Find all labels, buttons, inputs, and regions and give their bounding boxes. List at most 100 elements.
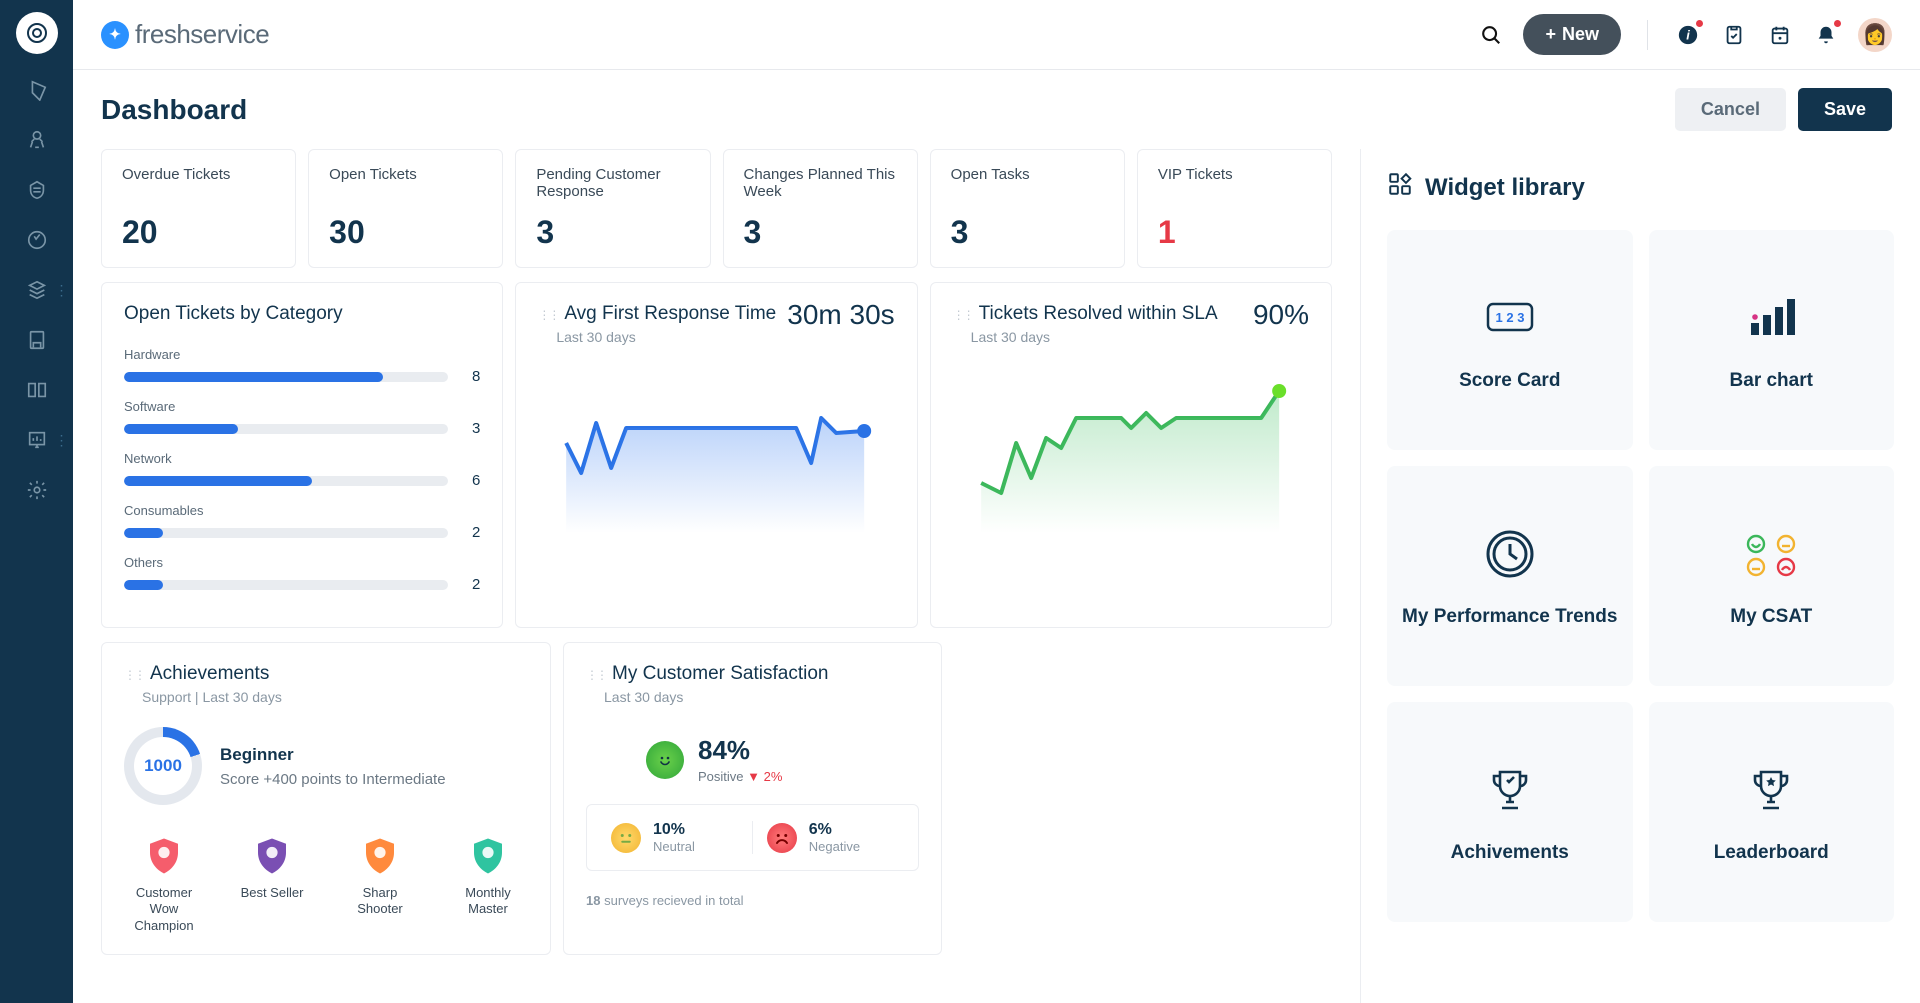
achievement-level: Beginner bbox=[220, 745, 446, 765]
svg-text:1 2 3: 1 2 3 bbox=[1495, 310, 1524, 325]
kpi-value: 20 bbox=[122, 214, 275, 251]
smiley-positive-icon bbox=[646, 741, 684, 779]
nav-releases-icon[interactable] bbox=[23, 226, 51, 254]
kpi-label: Pending Customer Response bbox=[536, 166, 689, 204]
nav-reports-icon[interactable]: ⋮ bbox=[23, 426, 51, 454]
widget-icon bbox=[1736, 524, 1806, 584]
card-subtitle: Last 30 days bbox=[604, 689, 919, 705]
topbar: ✦ freshservice +New i 👩 bbox=[73, 0, 1920, 70]
brand-name: freshservice bbox=[135, 19, 269, 50]
nav-solutions-icon[interactable] bbox=[23, 376, 51, 404]
nav-changes-icon[interactable] bbox=[23, 176, 51, 204]
nav-tickets-icon[interactable] bbox=[23, 76, 51, 104]
dashboard-area: Overdue Tickets 20 Open Tickets 30 Pending C… bbox=[73, 149, 1360, 1003]
widget-option[interactable]: Leaderboard bbox=[1649, 702, 1895, 922]
widget-library-title: Widget library bbox=[1425, 174, 1585, 202]
kpi-card[interactable]: Open Tickets 30 bbox=[308, 149, 503, 268]
app-logo[interactable] bbox=[16, 12, 58, 54]
card-title: Open Tickets by Category bbox=[124, 303, 480, 325]
csat-positive-pct: 84% bbox=[698, 735, 782, 766]
widget-icon: 1 2 3 bbox=[1480, 288, 1540, 348]
widget-icon bbox=[1741, 288, 1801, 348]
smiley-negative-icon bbox=[767, 823, 797, 853]
widget-name: Bar chart bbox=[1730, 370, 1813, 392]
achievement-badge: Best Seller bbox=[232, 835, 312, 934]
widget-icon bbox=[1743, 760, 1799, 820]
calendar-icon[interactable] bbox=[1766, 21, 1794, 49]
kpi-label: Overdue Tickets bbox=[122, 166, 275, 204]
widget-icon bbox=[1482, 524, 1538, 584]
nav-problems-icon[interactable] bbox=[23, 126, 51, 154]
tasks-icon[interactable] bbox=[1720, 21, 1748, 49]
new-button[interactable]: +New bbox=[1523, 14, 1621, 55]
widget-option[interactable]: 1 2 3 Score Card bbox=[1387, 230, 1633, 450]
bar-row: Consumables2 bbox=[124, 503, 480, 541]
card-csat[interactable]: ⋮⋮My Customer Satisfaction Last 30 days … bbox=[563, 642, 942, 955]
widget-option[interactable]: My CSAT bbox=[1649, 466, 1895, 686]
card-value: 90% bbox=[1253, 299, 1309, 331]
widget-option[interactable]: My Performance Trends bbox=[1387, 466, 1633, 686]
card-open-by-category[interactable]: Open Tickets by Category Hardware8 Softwa… bbox=[101, 282, 503, 628]
card-value: 30m 30s bbox=[787, 299, 894, 331]
achievement-badge: Sharp Shooter bbox=[340, 835, 420, 934]
widget-name: My Performance Trends bbox=[1402, 606, 1617, 628]
nav-cmdb-icon[interactable] bbox=[23, 326, 51, 354]
brand-mark-icon: ✦ bbox=[101, 21, 129, 49]
smiley-neutral-icon bbox=[611, 823, 641, 853]
page-title: Dashboard bbox=[101, 94, 247, 126]
cancel-button[interactable]: Cancel bbox=[1675, 88, 1786, 131]
kpi-label: Open Tasks bbox=[951, 166, 1104, 204]
kpi-card[interactable]: VIP Tickets 1 bbox=[1137, 149, 1332, 268]
achievement-badge: Customer Wow Champion bbox=[124, 835, 204, 934]
kpi-label: Changes Planned This Week bbox=[744, 166, 897, 204]
widget-icon bbox=[1482, 760, 1538, 820]
kpi-value: 30 bbox=[329, 214, 482, 251]
card-title: Achievements bbox=[150, 663, 269, 684]
widget-name: Achivements bbox=[1451, 842, 1569, 864]
sparkline-first-response bbox=[538, 373, 894, 533]
kpi-value: 3 bbox=[951, 214, 1104, 251]
sparkline-sla bbox=[953, 373, 1309, 533]
widget-option[interactable]: Achivements bbox=[1387, 702, 1633, 922]
kpi-value: 3 bbox=[536, 214, 689, 251]
brand[interactable]: ✦ freshservice bbox=[101, 19, 269, 50]
vertical-nav: ⋮ ⋮ bbox=[0, 0, 73, 1003]
nav-assets-icon[interactable]: ⋮ bbox=[23, 276, 51, 304]
widget-name: Score Card bbox=[1459, 370, 1560, 392]
widget-name: My CSAT bbox=[1730, 606, 1812, 628]
card-title: My Customer Satisfaction bbox=[612, 663, 828, 684]
bar-row: Network6 bbox=[124, 451, 480, 489]
bar-row: Hardware8 bbox=[124, 347, 480, 385]
card-title: Avg First Response Time bbox=[564, 303, 776, 324]
save-button[interactable]: Save bbox=[1798, 88, 1892, 131]
bar-row: Others2 bbox=[124, 555, 480, 593]
widget-name: Leaderboard bbox=[1714, 842, 1829, 864]
bar-row: Software3 bbox=[124, 399, 480, 437]
card-title: Tickets Resolved within SLA bbox=[979, 303, 1218, 324]
card-first-response[interactable]: ⋮⋮Avg First Response Time Last 30 days 3… bbox=[515, 282, 917, 628]
nav-admin-icon[interactable] bbox=[23, 476, 51, 504]
page-header: Dashboard Cancel Save bbox=[73, 70, 1920, 149]
plus-icon: + bbox=[1545, 24, 1556, 45]
card-achievements[interactable]: ⋮⋮Achievements Support | Last 30 days 10… bbox=[101, 642, 551, 955]
search-icon[interactable] bbox=[1477, 21, 1505, 49]
kpi-label: VIP Tickets bbox=[1158, 166, 1311, 204]
kpi-value: 1 bbox=[1158, 214, 1311, 251]
avatar[interactable]: 👩 bbox=[1858, 18, 1892, 52]
kpi-card[interactable]: Open Tasks 3 bbox=[930, 149, 1125, 268]
kpi-card[interactable]: Changes Planned This Week3 bbox=[723, 149, 918, 268]
kpi-card[interactable]: Pending Customer Response 3 bbox=[515, 149, 710, 268]
kpi-card[interactable]: Overdue Tickets 20 bbox=[101, 149, 296, 268]
bell-icon[interactable] bbox=[1812, 21, 1840, 49]
widget-library: Widget library 1 2 3 Score Card Bar chart M… bbox=[1360, 149, 1920, 1003]
score-gauge: 1000 bbox=[124, 727, 202, 805]
kpi-label: Open Tickets bbox=[329, 166, 482, 204]
info-icon[interactable]: i bbox=[1674, 21, 1702, 49]
widget-library-icon bbox=[1387, 171, 1413, 204]
achievement-tip: Score +400 points to Intermediate bbox=[220, 771, 446, 788]
card-sla[interactable]: ⋮⋮Tickets Resolved within SLA Last 30 da… bbox=[930, 282, 1332, 628]
widget-option[interactable]: Bar chart bbox=[1649, 230, 1895, 450]
card-subtitle: Last 30 days bbox=[971, 329, 1309, 345]
card-subtitle: Support | Last 30 days bbox=[142, 689, 528, 705]
svg-text:i: i bbox=[1686, 27, 1690, 42]
